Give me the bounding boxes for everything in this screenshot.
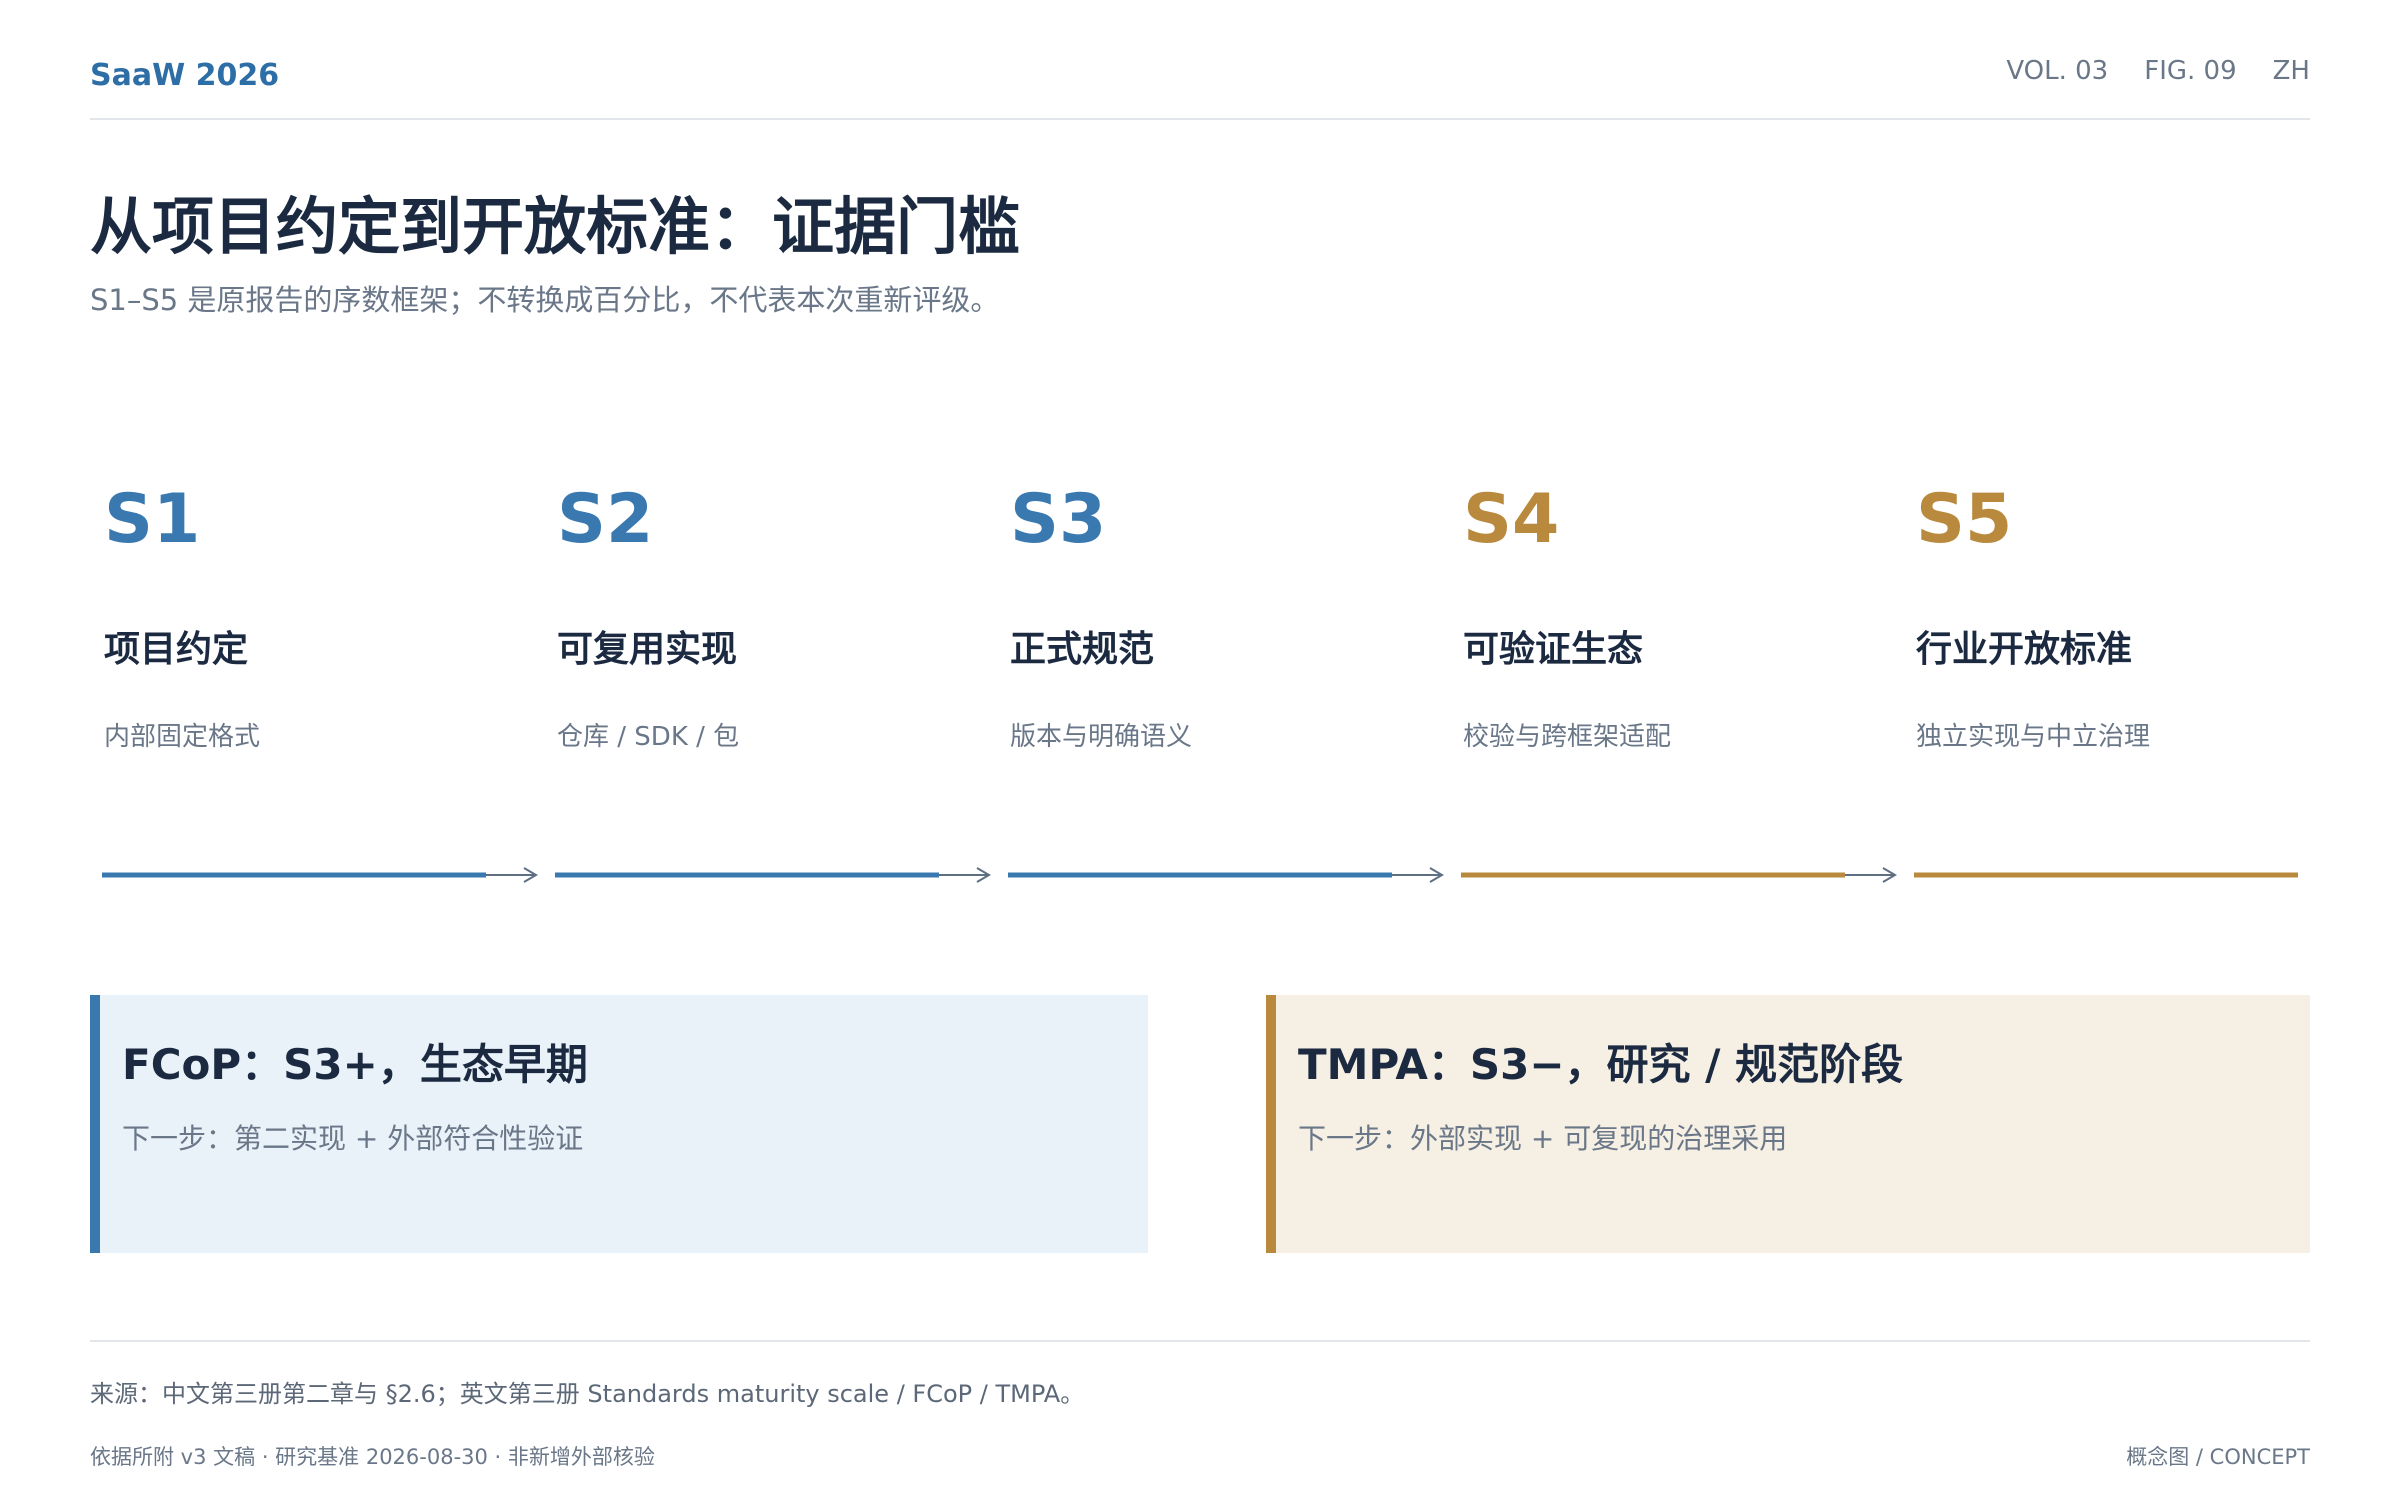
stage-name: 项目约定 [104,629,249,670]
figure-label: FIG. 09 [2144,56,2237,86]
header-divider [90,118,2310,120]
concept-label: 概念图 / CONCEPT [2126,1445,2310,1469]
fcop-card: FCoP：S3+，生态早期 下一步：第二实现 + 外部符合性验证 [90,995,1148,1253]
arrow-icon [486,867,538,883]
stage-name: 正式规范 [1010,629,1155,670]
stage-desc: 内部固定格式 [104,722,261,752]
card-title: FCoP：S3+，生态早期 [122,1040,588,1089]
stage-name: 可验证生态 [1463,629,1644,670]
stage-name: 行业开放标准 [1916,629,2133,670]
stage-code: S4 [1463,480,1560,559]
basis-note: 依据所附 v3 文稿 · 研究基准 2026-08-30 · 非新增外部核验 [90,1445,655,1469]
stage-desc: 版本与明确语义 [1010,722,1193,752]
card-title: TMPA：S3−，研究 / 规范阶段 [1298,1040,1904,1089]
stage-code: S1 [104,480,201,559]
language-label: ZH [2272,56,2310,86]
source-note: 来源：中文第三册第二章与 §2.6；英文第三册 Standards maturi… [90,1380,1085,1408]
volume-label: VOL. 03 [2006,56,2109,86]
card-accent-bar [90,995,100,1253]
stage-desc: 校验与跨框架适配 [1463,722,1672,752]
stage-code: S3 [1010,480,1107,559]
stage-desc: 独立实现与中立治理 [1916,722,2151,752]
brand-label: SaaW 2026 [90,58,280,93]
page-title: 从项目约定到开放标准：证据门槛 [90,190,1021,263]
header-meta: VOL. 03 FIG. 09 ZH [2006,56,2310,86]
stage-code: S2 [557,480,654,559]
stage-name: 可复用实现 [557,629,738,670]
arrow-icon [939,867,991,883]
arrow-icon [1392,867,1444,883]
card-accent-bar [1266,995,1276,1253]
card-next-step: 下一步：外部实现 + 可复现的治理采用 [1298,1122,1788,1155]
footer-divider [90,1340,2310,1342]
stage-desc: 仓库 / SDK / 包 [557,722,740,752]
stage-progression [102,867,2298,883]
stage-code: S5 [1916,480,2013,559]
arrow-icon [1845,867,1897,883]
page-subtitle: S1–S5 是原报告的序数框架；不转换成百分比，不代表本次重新评级。 [90,283,1000,317]
tmpa-card: TMPA：S3−，研究 / 规范阶段 下一步：外部实现 + 可复现的治理采用 [1266,995,2310,1253]
card-next-step: 下一步：第二实现 + 外部符合性验证 [122,1122,584,1155]
